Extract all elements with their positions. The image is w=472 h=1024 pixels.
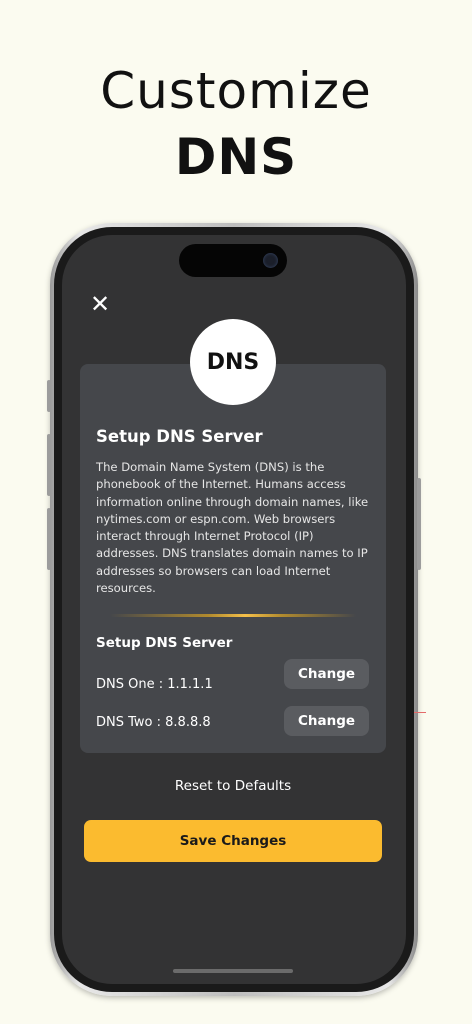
change-dns-one-button[interactable]: Change	[284, 659, 369, 689]
volume-up-button	[47, 434, 51, 496]
dns-two-label: DNS Two : 8.8.8.8	[96, 715, 211, 730]
close-icon[interactable]: ✕	[86, 290, 114, 318]
dns-logo: DNS	[190, 319, 276, 405]
decorative-mark	[414, 712, 426, 713]
power-button	[417, 478, 421, 570]
gold-divider	[110, 614, 356, 617]
headline-line-1: Customize	[100, 62, 372, 120]
app-store-screenshot: Customize DNS ✕ DNS Setup DNS Server The…	[0, 0, 472, 1024]
volume-down-button	[47, 508, 51, 570]
silent-switch	[47, 380, 51, 412]
headline-line-2: DNS	[174, 128, 298, 186]
card-description: The Domain Name System (DNS) is the phon…	[96, 460, 369, 596]
dns-logo-text: DNS	[206, 349, 260, 375]
dns-one-label: DNS One : 1.1.1.1	[96, 677, 213, 692]
save-changes-button[interactable]: Save Changes	[84, 820, 382, 862]
home-indicator[interactable]	[173, 969, 293, 973]
card-title: Setup DNS Server	[96, 427, 263, 446]
reset-to-defaults-link[interactable]: Reset to Defaults	[80, 778, 386, 794]
section-title: Setup DNS Server	[96, 635, 233, 651]
change-dns-two-button[interactable]: Change	[284, 706, 369, 736]
camera-icon	[263, 253, 278, 268]
